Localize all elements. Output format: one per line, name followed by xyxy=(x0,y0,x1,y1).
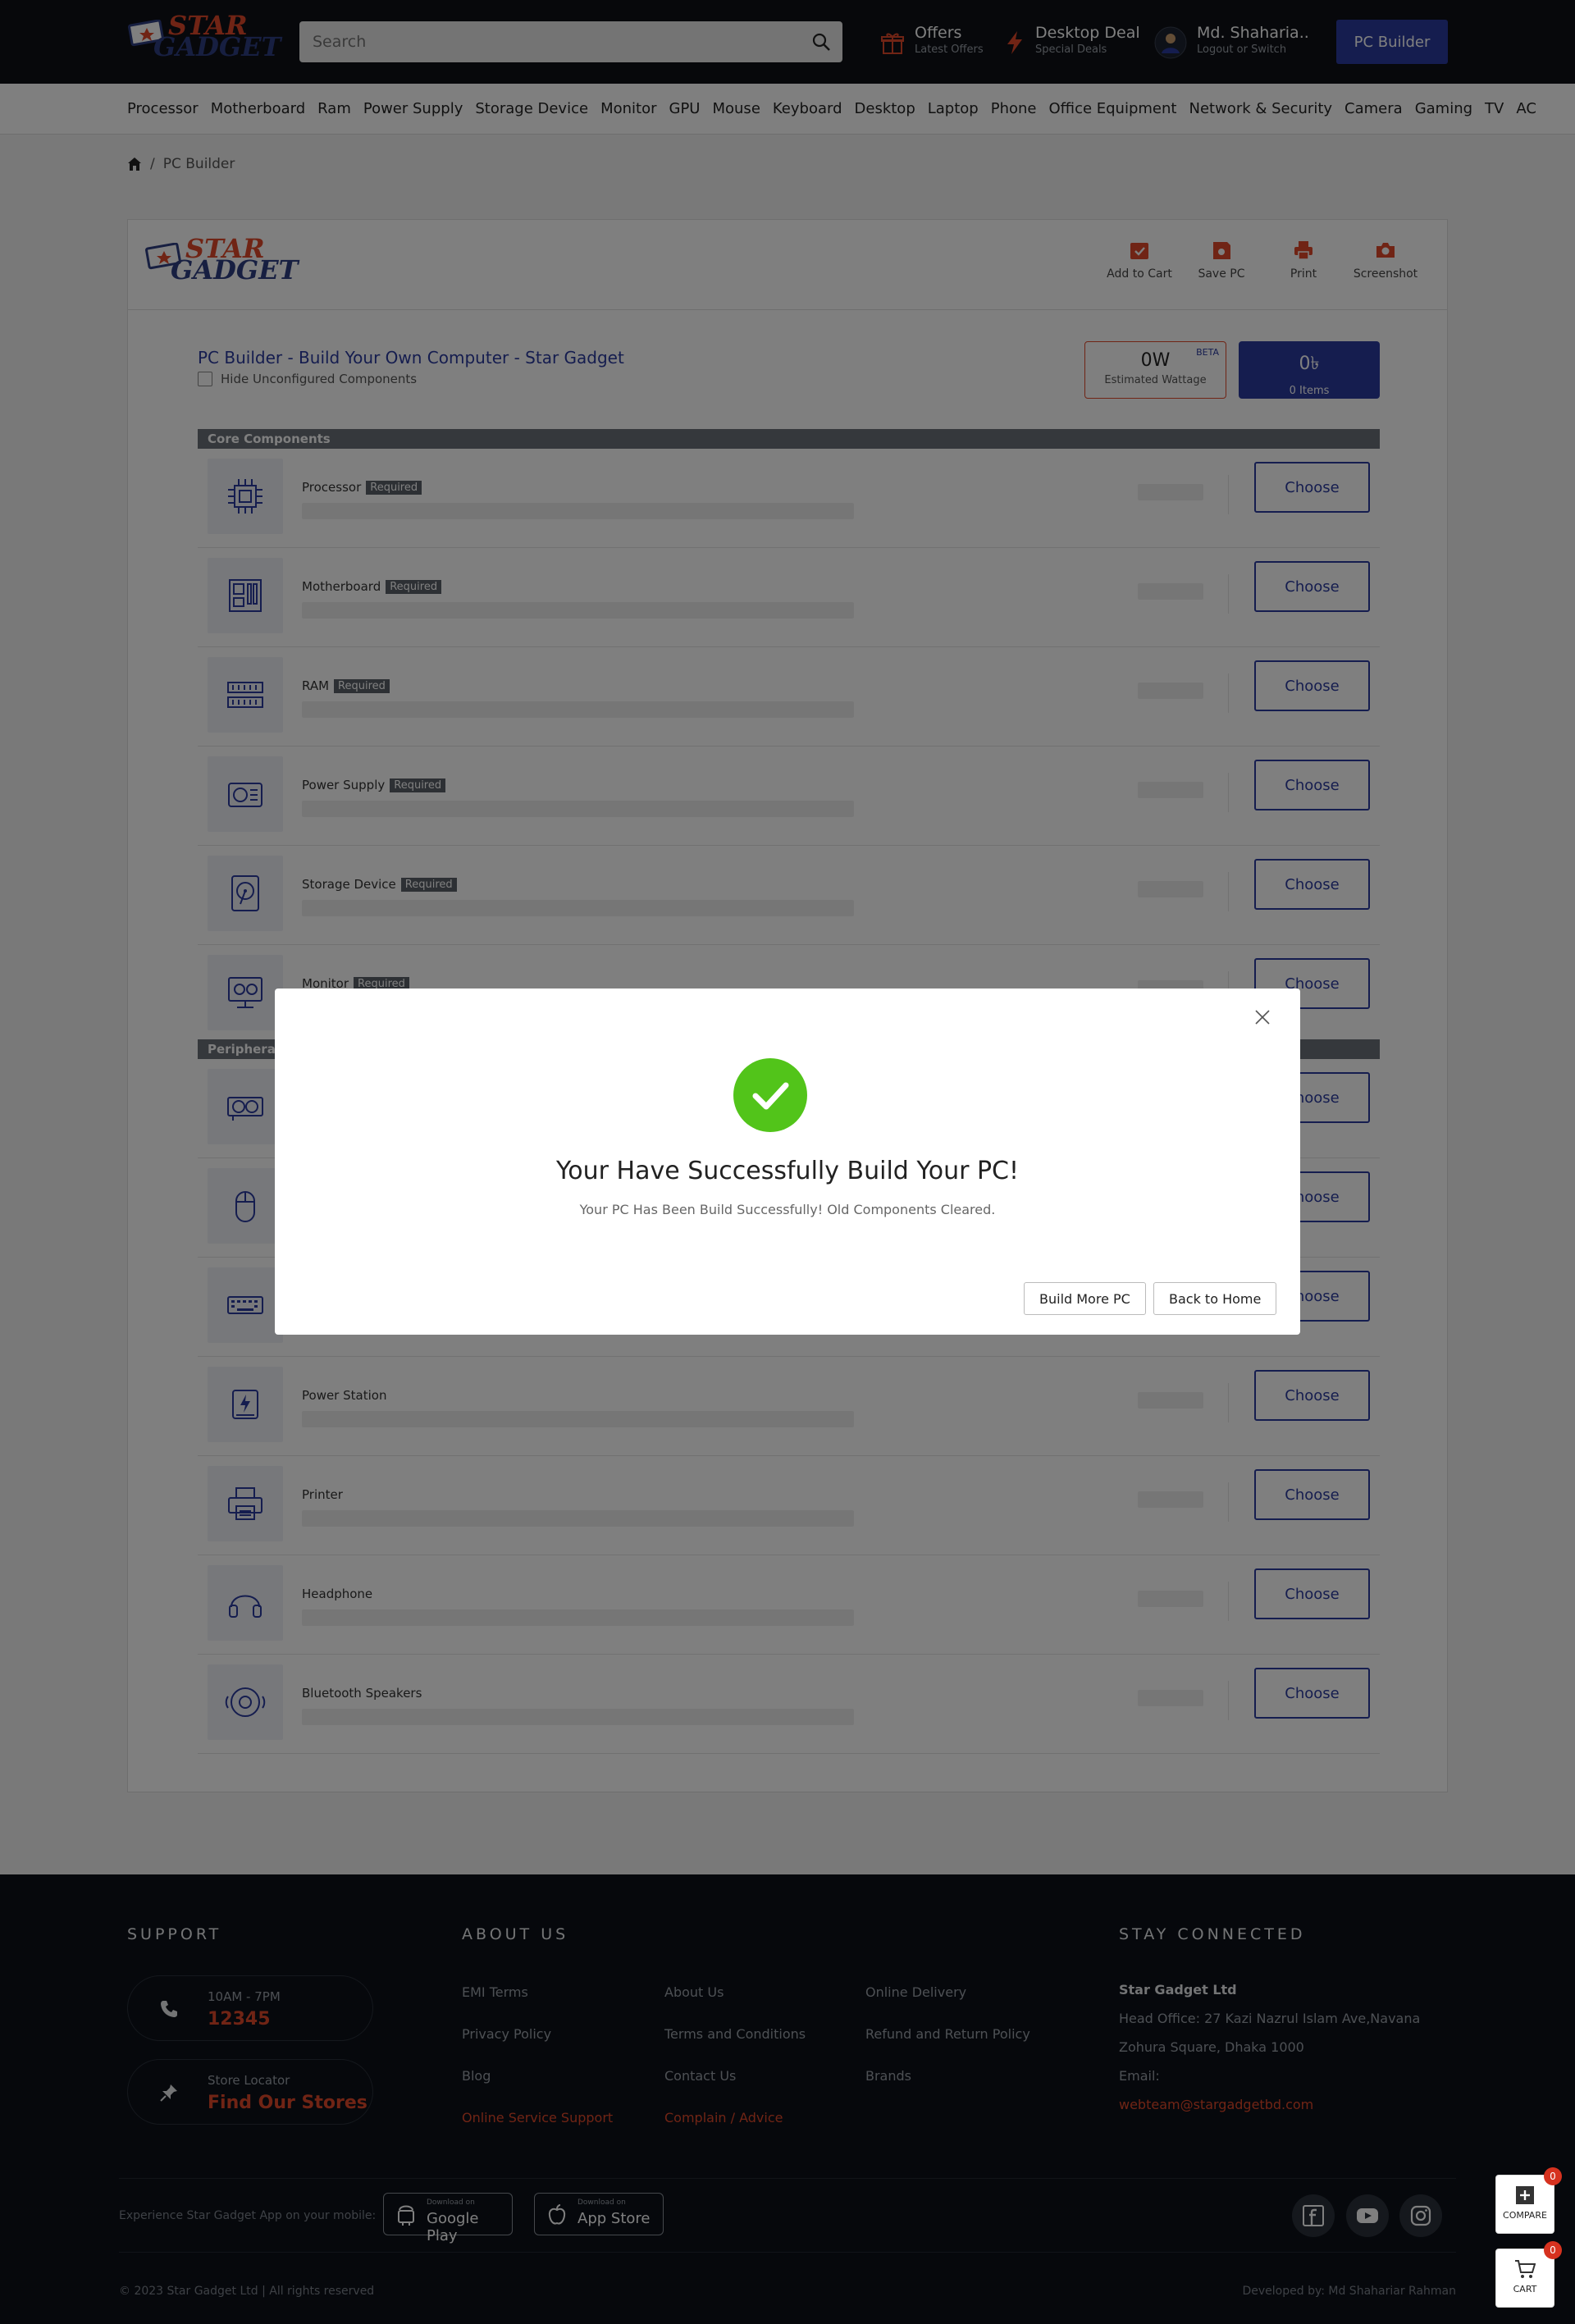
cart-icon xyxy=(1515,2260,1536,2278)
cart-count: 0 xyxy=(1544,2241,1562,2259)
modal-backdrop[interactable]: Your Have Successfully Build Your PC! Yo… xyxy=(0,0,1575,2324)
close-icon xyxy=(1255,1010,1270,1025)
back-to-home-button[interactable]: Back to Home xyxy=(1153,1282,1277,1315)
compare-label: COMPARE xyxy=(1503,2210,1547,2221)
compare-widget[interactable]: 0 COMPARE xyxy=(1495,2167,1562,2234)
modal-title: Your Have Successfully Build Your PC! xyxy=(555,1157,1020,1185)
success-check-icon xyxy=(733,1058,807,1132)
cart-widget[interactable]: 0 CART xyxy=(1495,2241,1562,2308)
modal-close-button[interactable] xyxy=(1254,1005,1279,1030)
build-more-pc-button[interactable]: Build More PC xyxy=(1024,1282,1146,1315)
cart-label: CART xyxy=(1513,2284,1537,2294)
compare-count: 0 xyxy=(1544,2167,1562,2185)
success-modal: Your Have Successfully Build Your PC! Yo… xyxy=(275,988,1300,1335)
modal-message: Your PC Has Been Build Successfully! Old… xyxy=(579,1202,996,1217)
compare-plus-icon xyxy=(1516,2186,1534,2204)
